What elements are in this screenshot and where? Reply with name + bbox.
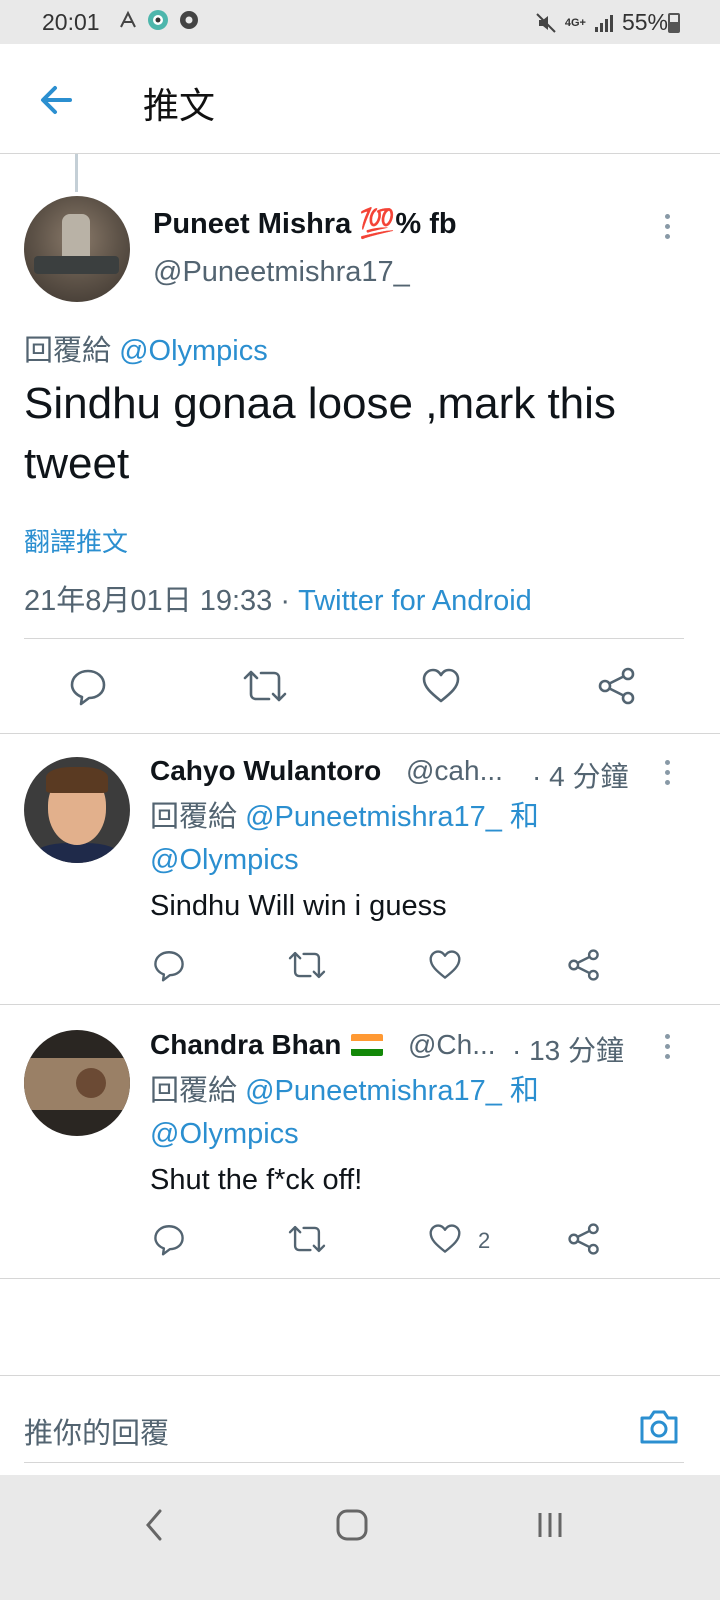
reply-author-handle[interactable]: @Ch... (408, 1029, 496, 1061)
system-nav-bar (0, 1475, 720, 1600)
hundred-emoji-icon: 💯 (359, 208, 396, 240)
source-link[interactable]: Twitter for Android (298, 585, 532, 617)
share-button[interactable] (567, 1222, 601, 1256)
reply-author-name[interactable]: Cahyo Wulantoro (150, 755, 381, 787)
nav-back-icon[interactable] (140, 1505, 170, 1545)
app-bar: 推文 (0, 44, 720, 154)
retweet-button[interactable] (288, 1222, 326, 1256)
reply-button[interactable] (68, 666, 108, 706)
retweet-button[interactable] (288, 948, 326, 982)
reply-time: · 13 分鐘 (512, 1035, 625, 1066)
avatar[interactable] (24, 1030, 130, 1136)
reply-and: 和 (509, 801, 539, 833)
tweet-date: 21年8月01日 19:33 (24, 585, 273, 617)
reply-author-name-text: Chandra Bhan (150, 1029, 342, 1060)
share-icon (598, 667, 635, 705)
divider (0, 1278, 720, 1279)
thread-line (75, 154, 78, 192)
reply-context: 回覆給 @Olympics (24, 327, 268, 369)
compose-bar: 推你的回覆 (0, 1375, 720, 1475)
back-arrow-icon[interactable] (36, 80, 76, 120)
share-icon (568, 949, 599, 981)
more-options-icon[interactable] (663, 760, 671, 788)
divider (0, 1004, 720, 1005)
notification-icons (118, 8, 200, 32)
india-flag-icon (351, 1034, 384, 1056)
translate-link[interactable]: 翻譯推文 (24, 522, 128, 559)
reply-text: Sindhu Will win i guess (150, 890, 447, 922)
like-button[interactable] (428, 1223, 462, 1255)
reply-input[interactable]: 推你的回覆 (24, 1410, 169, 1452)
battery-percent: 55% (621, 9, 668, 35)
mention-link[interactable]: @Olympics (150, 844, 299, 876)
share-button[interactable] (597, 666, 637, 706)
reply-author-handle[interactable]: @cah... (406, 755, 503, 787)
heart-icon (429, 950, 461, 979)
mention-link[interactable]: @Puneetmishra17_ (245, 1075, 502, 1107)
camera-icon[interactable] (638, 1408, 680, 1446)
share-button[interactable] (567, 948, 601, 982)
input-underline (24, 1462, 684, 1463)
like-count: 2 (478, 1228, 491, 1253)
share-icon (568, 1223, 599, 1255)
reply-context: 回覆給 @Puneetmishra17_ 和 @Olympics (150, 796, 670, 882)
reply-icon (154, 951, 184, 982)
retweet-icon (288, 951, 326, 979)
like-button[interactable] (421, 667, 461, 705)
aperture-icon (180, 11, 198, 29)
author-name[interactable]: Puneet Mishra 💯% fb (153, 207, 457, 241)
nav-recents-icon[interactable] (532, 1505, 568, 1545)
author-name-text: Puneet Mishra (153, 208, 352, 240)
more-options-icon[interactable] (663, 214, 671, 242)
reply-author-name[interactable]: Chandra Bhan (150, 1029, 385, 1061)
heart-icon (422, 668, 460, 703)
tweet-meta: 21年8月01日 19:33 · Twitter for Android (24, 577, 532, 619)
reply-button[interactable] (152, 948, 186, 982)
divider (24, 638, 684, 639)
tweet-text: Sindhu gonaa loose ,mark this tweet (24, 379, 616, 488)
author-handle[interactable]: @Puneetmishra17_ (153, 256, 410, 289)
mention-link[interactable]: @Olympics (119, 335, 268, 367)
app-notification-icon (120, 10, 136, 28)
signal-icon (594, 14, 613, 32)
nav-home-icon[interactable] (334, 1505, 370, 1545)
reply-icon (70, 669, 106, 706)
reply-context: 回覆給 @Puneetmishra17_ 和 @Olympics (150, 1070, 670, 1156)
status-right: 4G+ 55% (535, 9, 668, 36)
heart-icon (429, 1224, 461, 1253)
network-type: 4G+ (564, 16, 586, 29)
reply-time: · 4 分鐘 (532, 761, 629, 792)
reply-text: Shut the f*ck off! (150, 1164, 363, 1196)
reply-prefix: 回覆給 (150, 1075, 238, 1107)
avatar[interactable] (24, 757, 130, 863)
battery-icon (668, 13, 680, 33)
retweet-icon (288, 1225, 326, 1253)
page-title: 推文 (143, 85, 216, 126)
like-button[interactable] (428, 949, 462, 981)
avatar[interactable] (24, 196, 130, 302)
reply-and: 和 (509, 1075, 539, 1107)
author-name-suffix: % fb (395, 208, 457, 240)
reply-icon (154, 1225, 184, 1256)
mention-link[interactable]: @Olympics (150, 1118, 299, 1150)
divider (0, 733, 720, 734)
retweet-icon (243, 670, 287, 702)
retweet-button[interactable] (243, 666, 287, 706)
more-options-icon[interactable] (663, 1034, 671, 1062)
mute-icon (536, 12, 556, 33)
status-bar: 20:01 4G+ 55% (0, 0, 720, 44)
meta-separator: · (280, 585, 291, 617)
mention-link[interactable]: @Puneetmishra17_ (245, 801, 502, 833)
status-time: 20:01 (42, 9, 100, 35)
reply-prefix: 回覆給 (24, 335, 112, 367)
reply-button[interactable] (152, 1222, 186, 1256)
camera-app-icon (148, 10, 168, 30)
reply-prefix: 回覆給 (150, 801, 238, 833)
